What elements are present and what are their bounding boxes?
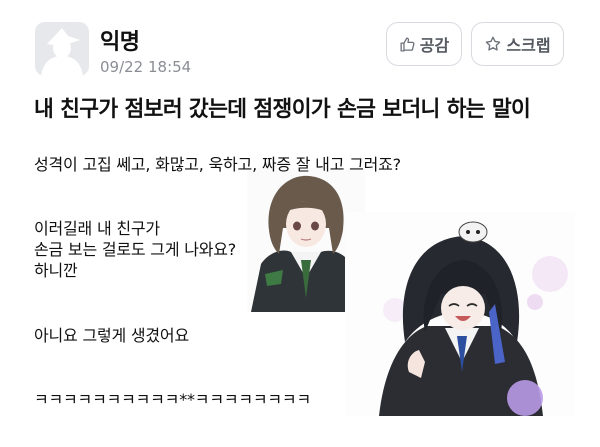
scrap-label: 스크랩 — [506, 36, 551, 55]
star-icon — [486, 36, 501, 51]
post-body-line: ㅋㅋㅋㅋㅋㅋㅋㅋㅋㅋ**ㅋㅋㅋㅋㅋㅋㅋㅋ — [34, 390, 311, 409]
post-body-line: 성격이 고집 쎄고, 화많고, 욱하고, 짜증 잘 내고 그러죠? — [34, 155, 401, 174]
scrap-button[interactable]: 스크랩 — [471, 22, 564, 66]
thumbs-up-icon — [400, 36, 415, 52]
post-body-line: 아니요 그렇게 생겼어요 — [34, 326, 189, 345]
anonymous-avatar-icon — [41, 28, 83, 76]
author-name: 익명 — [100, 30, 140, 55]
character-illustration-right — [345, 212, 575, 416]
avatar — [35, 22, 89, 76]
like-label: 공감 — [419, 36, 450, 55]
post-body-line: 하니깐 — [34, 261, 78, 280]
post-timestamp: 09/22 18:54 — [100, 58, 192, 76]
post-title: 내 친구가 점보러 갔는데 점쟁이가 손금 보더니 하는 말이 — [34, 97, 531, 122]
like-button[interactable]: 공감 — [386, 22, 462, 66]
